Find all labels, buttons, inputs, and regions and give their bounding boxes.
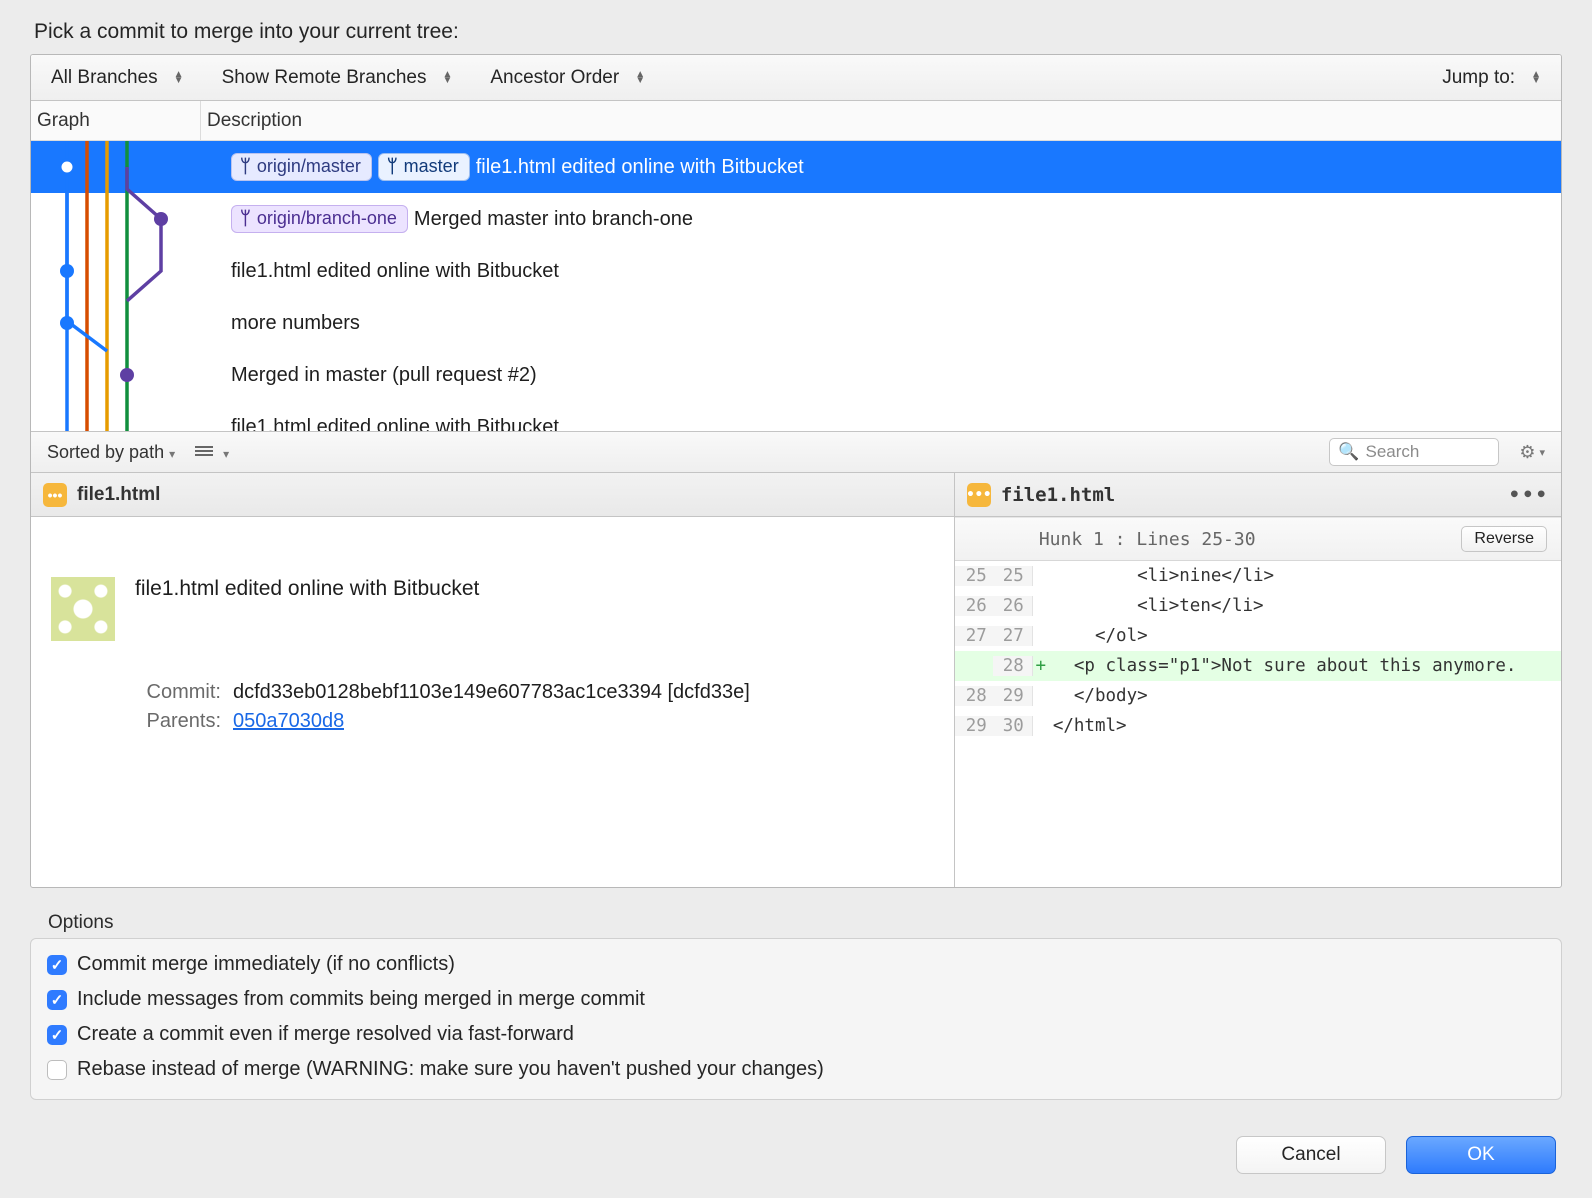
commit-hash: dcfd33eb0128bebf1103e149e607783ac1ce3394… bbox=[233, 681, 750, 704]
commit-row[interactable]: ᛘ origin/branch-one Merged master into br… bbox=[31, 193, 1561, 245]
graph-svg bbox=[31, 141, 171, 431]
option-row[interactable]: Commit merge immediately (if no conflict… bbox=[47, 953, 1545, 976]
option-label: Include messages from commits being merg… bbox=[77, 988, 645, 1011]
stepper-icon bbox=[174, 72, 184, 84]
diff-line: 2525 <li>nine</li> bbox=[955, 561, 1561, 591]
lines-icon bbox=[195, 444, 213, 458]
option-label: Commit merge immediately (if no conflict… bbox=[77, 953, 455, 976]
commit-row[interactable]: more numbers bbox=[31, 297, 1561, 349]
hunk-header: Hunk 1 : Lines 25-30 Reverse bbox=[955, 517, 1561, 561]
dialog-prompt: Pick a commit to merge into your current… bbox=[34, 20, 1562, 44]
checkbox[interactable] bbox=[47, 990, 67, 1010]
branch-icon: ᛘ bbox=[240, 208, 251, 229]
file-name: file1.html bbox=[1001, 484, 1115, 506]
commit-row-message: file1.html edited online with Bitbucket bbox=[231, 260, 559, 283]
stepper-icon bbox=[442, 72, 452, 84]
checkbox[interactable] bbox=[47, 955, 67, 975]
branches-filter-label: All Branches bbox=[51, 67, 158, 89]
settings-dropdown[interactable]: ⚙▾ bbox=[1519, 442, 1545, 463]
gear-icon: ⚙ bbox=[1519, 442, 1535, 463]
commit-row[interactable]: file1.html edited online with Bitbucket bbox=[31, 245, 1561, 297]
options-title: Options bbox=[48, 912, 1562, 934]
commit-row-message: Merged in master (pull request #2) bbox=[231, 364, 537, 387]
dialog-buttons: Cancel OK bbox=[30, 1136, 1562, 1174]
branches-filter[interactable]: All Branches bbox=[45, 67, 190, 89]
diff-line: 2829 </body> bbox=[955, 681, 1561, 711]
stepper-icon bbox=[1531, 72, 1541, 84]
commit-row[interactable]: file1.html edited online with Bitbucket bbox=[31, 401, 1561, 431]
col-graph[interactable]: Graph bbox=[31, 101, 201, 140]
commit-row[interactable]: ᛘ origin/master ᛘ master file1.html edited … bbox=[31, 141, 1561, 193]
commit-row-message: file1.html edited online with Bitbucket bbox=[476, 156, 804, 179]
commit-graph bbox=[31, 141, 171, 431]
diff-line: 2930</html> bbox=[955, 711, 1561, 741]
commit-list: ᛘ origin/master ᛘ master file1.html edited … bbox=[31, 141, 1561, 431]
diff-lines: 2525 <li>nine</li>2626 <li>ten</li>2727 … bbox=[955, 561, 1561, 887]
option-label: Create a commit even if merge resolved v… bbox=[77, 1023, 574, 1046]
checkbox[interactable] bbox=[47, 1060, 67, 1080]
cancel-button[interactable]: Cancel bbox=[1236, 1136, 1386, 1174]
search-placeholder: Search bbox=[1366, 442, 1420, 462]
filter-bar: All Branches Show Remote Branches Ancest… bbox=[31, 55, 1561, 101]
hunk-label: Hunk 1 : Lines 25-30 bbox=[1039, 529, 1256, 550]
branch-tag-label: origin/master bbox=[257, 156, 361, 177]
view-mode-dropdown[interactable] bbox=[195, 442, 229, 463]
file-icon: ••• bbox=[967, 483, 991, 507]
jump-to-label: Jump to: bbox=[1442, 67, 1515, 89]
branch-tag: ᛘ origin/branch-one bbox=[231, 205, 408, 233]
search-input[interactable]: 🔍 Search bbox=[1329, 438, 1499, 466]
branch-icon: ᛘ bbox=[387, 156, 398, 177]
branch-tag: ᛘ master bbox=[378, 153, 470, 181]
option-row[interactable]: Rebase instead of merge (WARNING: make s… bbox=[47, 1058, 1545, 1081]
checkbox[interactable] bbox=[47, 1025, 67, 1045]
diff-pane: ••• file1.html ••• Hunk 1 : Lines 25-30 … bbox=[955, 473, 1561, 887]
more-icon[interactable]: ••• bbox=[1509, 484, 1549, 506]
order-filter-label: Ancestor Order bbox=[490, 67, 619, 89]
commit-label: Commit: bbox=[135, 681, 221, 704]
ok-button[interactable]: OK bbox=[1406, 1136, 1556, 1174]
file-tab-left[interactable]: ••• file1.html bbox=[31, 473, 954, 517]
branch-tag-label: origin/branch-one bbox=[257, 208, 397, 229]
options-section: Options Commit merge immediately (if no … bbox=[30, 904, 1562, 1100]
commit-row-message: file1.html edited online with Bitbucket bbox=[231, 416, 559, 432]
merge-panel: All Branches Show Remote Branches Ancest… bbox=[30, 54, 1562, 888]
branch-tag: ᛘ origin/master bbox=[231, 153, 372, 181]
commit-row-message: more numbers bbox=[231, 312, 360, 335]
parents-label: Parents: bbox=[135, 710, 221, 733]
sort-dropdown[interactable]: Sorted by path bbox=[47, 442, 175, 463]
option-row[interactable]: Create a commit even if merge resolved v… bbox=[47, 1023, 1545, 1046]
remote-filter-label: Show Remote Branches bbox=[222, 67, 427, 89]
commit-message: file1.html edited online with Bitbucket bbox=[135, 577, 938, 601]
branch-tag-label: master bbox=[404, 156, 459, 177]
detail-toolbar: Sorted by path 🔍 Search ⚙▾ bbox=[31, 431, 1561, 473]
diff-line: 28+ <p class="p1">Not sure about this an… bbox=[955, 651, 1561, 681]
reverse-button[interactable]: Reverse bbox=[1461, 526, 1547, 552]
file-icon: ••• bbox=[43, 483, 67, 507]
avatar bbox=[51, 577, 115, 641]
stepper-icon bbox=[635, 72, 645, 84]
commit-row-message: Merged master into branch-one bbox=[414, 208, 693, 231]
file-name: file1.html bbox=[77, 484, 160, 506]
col-description[interactable]: Description bbox=[201, 101, 1561, 140]
branch-icon: ᛘ bbox=[240, 156, 251, 177]
details-split: ••• file1.html file1.html edited online … bbox=[31, 473, 1561, 887]
column-headers: Graph Description bbox=[31, 101, 1561, 141]
commit-detail-pane: ••• file1.html file1.html edited online … bbox=[31, 473, 955, 887]
parent-link[interactable]: 050a7030d8 bbox=[233, 710, 344, 732]
option-label: Rebase instead of merge (WARNING: make s… bbox=[77, 1058, 824, 1081]
order-filter[interactable]: Ancestor Order bbox=[484, 67, 651, 89]
file-tab-right[interactable]: ••• file1.html ••• bbox=[955, 473, 1561, 517]
option-row[interactable]: Include messages from commits being merg… bbox=[47, 988, 1545, 1011]
remote-filter[interactable]: Show Remote Branches bbox=[216, 67, 459, 89]
search-icon: 🔍 bbox=[1338, 442, 1359, 462]
diff-line: 2626 <li>ten</li> bbox=[955, 591, 1561, 621]
commit-row[interactable]: Merged in master (pull request #2) bbox=[31, 349, 1561, 401]
jump-to[interactable]: Jump to: bbox=[1436, 67, 1547, 89]
diff-line: 2727 </ol> bbox=[955, 621, 1561, 651]
